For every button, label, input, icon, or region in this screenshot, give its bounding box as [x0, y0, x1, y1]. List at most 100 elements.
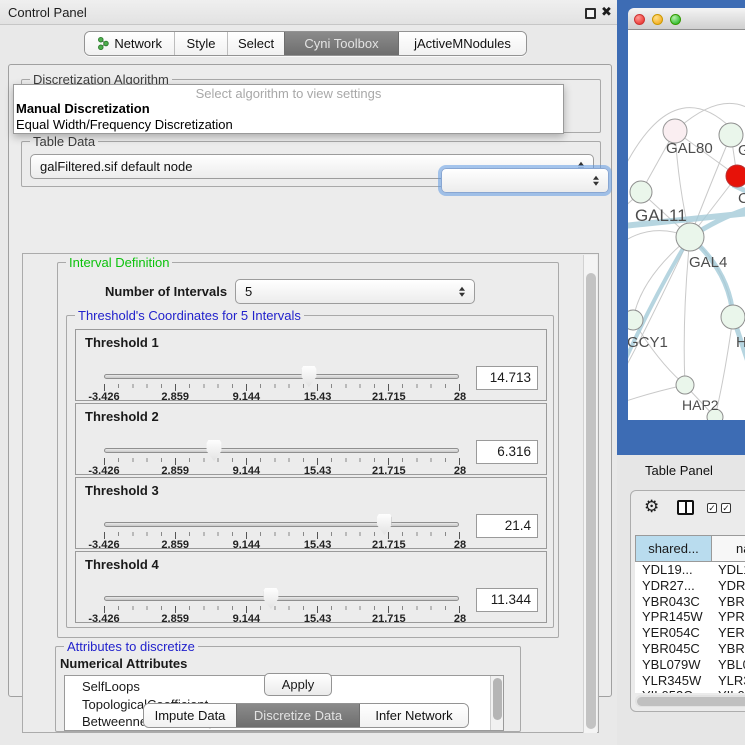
- slider-tick-label: 9.144: [233, 539, 261, 551]
- slider-tick-labels: -3.4262.8599.14415.4321.71528: [104, 465, 460, 476]
- slider-tick-label: 9.144: [233, 391, 261, 403]
- node-red-selected[interactable]: [726, 165, 745, 187]
- cell-shared-name[interactable]: YBR045C: [635, 641, 712, 657]
- control-panel: Control Panel ✖ Network Style Select Cyn…: [0, 0, 617, 745]
- table-row[interactable]: YIL052CYIL0: [635, 688, 745, 693]
- table-row[interactable]: YBR045CYBR0: [635, 641, 745, 657]
- apply-button[interactable]: Apply: [264, 673, 332, 696]
- table-body[interactable]: YDL19...YDL1YDR27...YDR2YBR043CYBR0YPR14…: [635, 562, 745, 693]
- node-gal11[interactable]: [630, 181, 652, 203]
- table-row[interactable]: YBR043CYBR0: [635, 594, 745, 610]
- tab-network-label: Network: [114, 36, 162, 51]
- cell-name[interactable]: YER0: [712, 625, 745, 641]
- algorithm-placeholder-option[interactable]: Select algorithm to view settings: [14, 86, 563, 101]
- cell-shared-name[interactable]: YDL19...: [635, 562, 712, 578]
- cell-shared-name[interactable]: YBL079W: [635, 657, 712, 673]
- slider-tick-label: 21.715: [372, 613, 406, 625]
- node[interactable]: [721, 305, 745, 329]
- minimize-traffic-light[interactable]: [652, 14, 663, 25]
- cell-name[interactable]: YIL0: [712, 688, 745, 693]
- threshold-2-value-field[interactable]: 6.316: [476, 440, 538, 464]
- cell-shared-name[interactable]: YLR345W: [635, 673, 712, 689]
- tab-style-label: Style: [187, 36, 216, 51]
- threshold-1-value-field[interactable]: 14.713: [476, 366, 538, 390]
- slider-tick-label: 21.715: [372, 465, 406, 477]
- node-gal4[interactable]: [676, 223, 704, 251]
- attributes-scrollbar[interactable]: [490, 676, 503, 730]
- thresholds-group-title: Threshold's Coordinates for 5 Intervals: [75, 308, 304, 323]
- cell-shared-name[interactable]: YIL052C: [635, 688, 712, 693]
- close-traffic-light[interactable]: [634, 14, 645, 25]
- threshold-4-panel: Threshold 4 -3.4262.8599.14415.4321.7152…: [75, 551, 547, 623]
- network-window-frame: GAL80 GA GAL11 C GAL4 GCY1 H HAP2: [617, 0, 745, 455]
- cell-shared-name[interactable]: YBR043C: [635, 594, 712, 610]
- tab-impute-data[interactable]: Impute Data: [144, 704, 236, 727]
- control-panel-titlebar: Control Panel ✖: [0, 0, 617, 25]
- checkbox-icon[interactable]: ✓: [721, 503, 731, 513]
- split-columns-icon[interactable]: [677, 500, 694, 515]
- settings-scrollbar-thumb[interactable]: [586, 273, 596, 729]
- checkbox-icon[interactable]: ✓: [707, 503, 717, 513]
- cell-name[interactable]: YPR1: [712, 609, 745, 625]
- threshold-1-slider[interactable]: -3.4262.8599.14415.4321.71528: [104, 366, 459, 402]
- gear-icon[interactable]: ⚙: [644, 497, 659, 517]
- node-hap2[interactable]: [676, 376, 694, 394]
- tab-discretize-data[interactable]: Discretize Data: [236, 704, 359, 727]
- threshold-2-panel: Threshold 2 -3.4262.8599.14415.4321.7152…: [75, 403, 547, 475]
- table-row[interactable]: YLR345WYLR3: [635, 673, 745, 689]
- network-window-titlebar[interactable]: [628, 8, 745, 30]
- tab-select[interactable]: Select: [227, 32, 284, 55]
- threshold-3-value-field[interactable]: 21.4: [476, 514, 538, 538]
- slider-track[interactable]: [104, 596, 459, 601]
- table-row[interactable]: YBL079WYBL0: [635, 657, 745, 673]
- settings-vertical-scrollbar[interactable]: [583, 255, 597, 733]
- node-gcy1[interactable]: [628, 310, 643, 330]
- tab-jactivemnodules[interactable]: jActiveMNodules: [398, 32, 526, 55]
- cell-shared-name[interactable]: YDR27...: [635, 578, 712, 594]
- tab-network[interactable]: Network: [85, 32, 174, 55]
- cell-shared-name[interactable]: YER054C: [635, 625, 712, 641]
- cell-name[interactable]: YLR3: [712, 673, 745, 689]
- table-panel-title: Table Panel: [645, 463, 713, 478]
- table-horizontal-scrollbar[interactable]: [635, 695, 745, 707]
- column-header-shared-name[interactable]: shared...: [635, 535, 712, 562]
- tab-jactivemnodules-label: jActiveMNodules: [414, 36, 511, 51]
- table-row[interactable]: YPR145WYPR1: [635, 609, 745, 625]
- algorithm-option-manual[interactable]: Manual Discretization: [14, 101, 563, 117]
- cell-name[interactable]: YBL0: [712, 657, 745, 673]
- float-panel-icon[interactable]: [585, 8, 596, 19]
- network-nodes[interactable]: [628, 123, 745, 420]
- cell-name[interactable]: YBR0: [712, 641, 745, 657]
- attributes-scrollbar-thumb[interactable]: [493, 678, 502, 720]
- algorithm-option-equal-width[interactable]: Equal Width/Frequency Discretization: [14, 117, 563, 133]
- zoom-traffic-light[interactable]: [670, 14, 681, 25]
- slider-track[interactable]: [104, 448, 459, 453]
- table-data-group-title: Table Data: [30, 134, 98, 149]
- threshold-4-value-field[interactable]: 11.344: [476, 588, 538, 612]
- algorithm-combobox[interactable]: [441, 168, 609, 193]
- slider-track[interactable]: [104, 522, 459, 527]
- tab-cyni-toolbox[interactable]: Cyni Toolbox: [284, 32, 398, 55]
- threshold-4-slider[interactable]: -3.4262.8599.14415.4321.71528: [104, 588, 459, 624]
- table-row[interactable]: YER054CYER0: [635, 625, 745, 641]
- number-of-intervals-combobox[interactable]: 5: [235, 279, 475, 304]
- cell-name[interactable]: YDL1: [712, 562, 745, 578]
- tab-style[interactable]: Style: [174, 32, 227, 55]
- threshold-2-slider[interactable]: -3.4262.8599.14415.4321.71528: [104, 440, 459, 476]
- cell-name[interactable]: YBR0: [712, 594, 745, 610]
- cell-name[interactable]: YDR2: [712, 578, 745, 594]
- slider-tick-labels: -3.4262.8599.14415.4321.71528: [104, 391, 460, 402]
- table-data-value: galFiltered.sif default node: [40, 159, 192, 174]
- table-scrollbar-thumb[interactable]: [637, 697, 745, 706]
- network-canvas[interactable]: GAL80 GA GAL11 C GAL4 GCY1 H HAP2: [628, 30, 745, 420]
- combo-arrows-icon: [593, 175, 599, 186]
- close-panel-icon[interactable]: ✖: [601, 4, 612, 20]
- tab-infer-network[interactable]: Infer Network: [359, 704, 468, 727]
- column-header-name[interactable]: na: [712, 535, 745, 562]
- slider-track[interactable]: [104, 374, 459, 379]
- table-row[interactable]: YDL19...YDL1: [635, 562, 745, 578]
- control-panel-title: Control Panel: [8, 5, 87, 20]
- table-row[interactable]: YDR27...YDR2: [635, 578, 745, 594]
- cell-shared-name[interactable]: YPR145W: [635, 609, 712, 625]
- threshold-3-slider[interactable]: -3.4262.8599.14415.4321.71528: [104, 514, 459, 550]
